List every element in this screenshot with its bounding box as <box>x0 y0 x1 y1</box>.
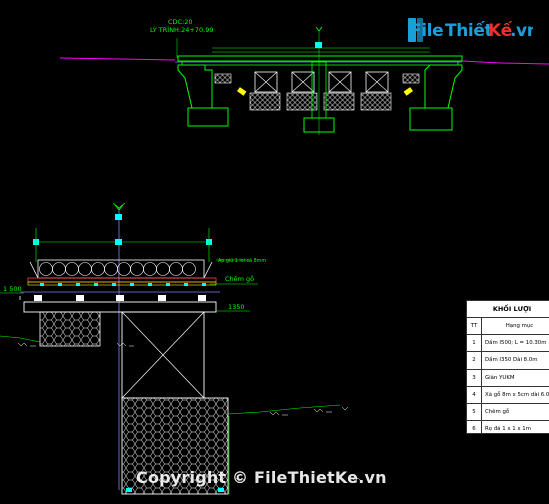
ground-left <box>0 335 41 343</box>
copyright-watermark: Copyright © FileThietKe.vn <box>136 468 387 487</box>
row-item: Giàn YUKM <box>485 374 515 381</box>
table-row: 1 Dầm I500; L = 10.30m <box>467 335 549 353</box>
ly-trinh-label: LÝ TRÌNH:24+70.99 <box>150 25 213 34</box>
header-tt: TT <box>467 318 482 335</box>
abutment-left <box>177 64 213 109</box>
row-tt: 3 <box>467 369 482 386</box>
pier-boxes <box>254 71 389 93</box>
pipe-circles <box>39 262 196 276</box>
logo-vn: .vn <box>510 21 533 41</box>
cyan-bolts <box>40 283 206 286</box>
table-title: KHỐI LƯỢI <box>467 301 549 318</box>
deck <box>177 55 463 62</box>
table-row: 6 Rọ đá 1 x 1 x 1m <box>467 421 549 433</box>
filethietke-logo: File Thiết Kế .vn <box>408 14 539 48</box>
ap-label: Ap giữ 1 lol cá 8mm <box>218 257 266 264</box>
ground-line-right <box>461 60 549 65</box>
pipe-frame <box>37 259 205 279</box>
row-item: Dầm I500; L = 10.30m <box>485 340 547 347</box>
ground-right <box>227 404 341 415</box>
beam-supports <box>34 295 206 301</box>
row-tt: 2 <box>467 352 482 369</box>
row-tt: 1 <box>467 335 482 352</box>
row-item: Rọ đá 1 x 1 x 1m <box>485 426 531 433</box>
table-row: 5 Chêm gỗ <box>467 403 549 422</box>
row-item: Chêm gỗ <box>485 409 510 416</box>
row-item: Dầm I350 Dài 8.0m <box>485 357 538 364</box>
logo-thiet: Thiết <box>445 20 492 41</box>
cdc-label: CDC:20 <box>168 18 193 26</box>
table-header-row: TT Hạng mục <box>467 318 549 336</box>
cap-beam <box>23 301 217 313</box>
table-row: 4 Xà gỗ 8m x 5cm dài 6.0 <box>467 386 549 404</box>
quantity-table: KHỐI LƯỢI TT Hạng mục 1 Dầm I500; L = 10… <box>466 300 549 434</box>
bridge-cross-section: Ap giữ 1 lol cá 8mm Chêm gỗ 1 500 1350 <box>0 202 362 495</box>
row-item: Xà gỗ 8m x 5cm dài 6.0 <box>485 391 549 398</box>
cheme-label: Chêm gỗ <box>225 274 254 283</box>
row-tt: 4 <box>467 386 482 403</box>
logo-graphic: File Thiết Kế .vn <box>408 18 539 42</box>
ground-line-left <box>59 57 176 61</box>
logo-file: File <box>410 21 443 41</box>
dim-1500: 1 500 <box>3 285 22 293</box>
header-item: Hạng mục <box>505 323 534 330</box>
table-row: 3 Giàn YUKM <box>467 369 549 387</box>
gabion-left <box>39 311 101 347</box>
row-tt: 5 <box>467 403 482 421</box>
row-tt: 6 <box>467 421 482 433</box>
dim-1350: 1350 <box>228 303 245 311</box>
table-row: 2 Dầm I350 Dài 8.0m <box>467 352 549 370</box>
abutment-right <box>424 64 463 109</box>
